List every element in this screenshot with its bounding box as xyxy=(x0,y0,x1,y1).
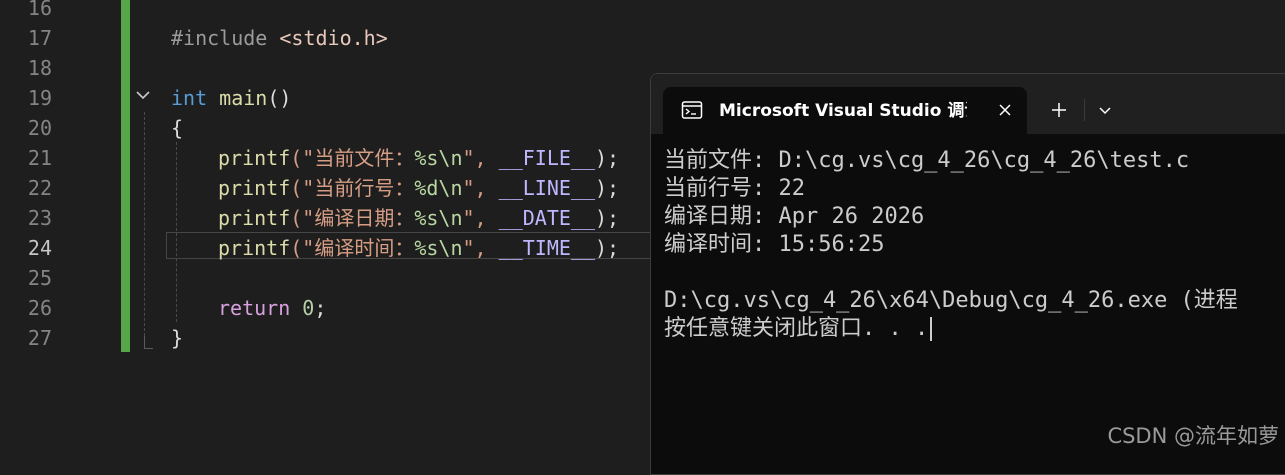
line-number: 25 xyxy=(27,266,52,290)
text-cursor xyxy=(930,317,933,341)
change-tracking-bar xyxy=(121,0,130,352)
string-quote: ", xyxy=(462,176,487,200)
line-number-active: 24 xyxy=(27,236,52,260)
string-literal: 编译时间： xyxy=(314,236,415,260)
fold-chevron-down-icon[interactable] xyxy=(134,86,152,104)
macro: __DATE__ xyxy=(498,206,595,230)
macro: __FILE__ xyxy=(498,146,595,170)
parentheses: () xyxy=(267,86,292,110)
format-specifier: %s\n xyxy=(414,146,463,170)
string-quote: (" xyxy=(290,236,315,260)
function-name: printf xyxy=(218,146,291,170)
debug-console-window[interactable]: Microsoft Visual Studio 调试控 当前文件: D:\cg.… xyxy=(650,73,1285,475)
line-number: 27 xyxy=(27,326,52,350)
titlebar-divider xyxy=(1084,99,1085,121)
code-line-19[interactable]: int main() xyxy=(171,83,291,113)
terminal-output-line: 当前行号: 22 xyxy=(664,176,805,201)
close-brace: } xyxy=(171,326,184,350)
statement-end: ); xyxy=(594,176,620,200)
terminal-prompt-line[interactable]: 按任意键关闭此窗口. . . xyxy=(664,315,933,343)
include-path: <stdio.h> xyxy=(279,26,388,50)
terminal-output-line: 按任意键关闭此窗口. . . xyxy=(664,316,929,341)
line-number: 26 xyxy=(27,296,52,320)
string-quote: ", xyxy=(462,236,487,260)
indent-guide xyxy=(144,112,145,336)
keyword: int xyxy=(171,86,208,110)
string-quote: (" xyxy=(290,206,315,230)
code-line-21[interactable]: printf("当前文件：%s\n", __FILE__); xyxy=(218,143,619,173)
semicolon: ; xyxy=(314,296,327,320)
format-specifier: %s\n xyxy=(414,206,463,230)
format-specifier: %d\n xyxy=(414,176,463,200)
code-line-26[interactable]: return 0; xyxy=(218,293,326,323)
statement-end: ); xyxy=(594,236,620,260)
open-brace: { xyxy=(171,116,184,140)
function-name: printf xyxy=(218,236,291,260)
code-line-23[interactable]: printf("编译日期：%s\n", __DATE__); xyxy=(218,203,619,233)
code-line-17[interactable]: #include <stdio.h> xyxy=(171,23,388,53)
terminal-tab[interactable]: Microsoft Visual Studio 调试控 xyxy=(663,87,1027,134)
code-line-27[interactable]: } xyxy=(171,323,183,353)
line-number: 21 xyxy=(27,146,52,170)
function-name: main xyxy=(219,86,268,110)
terminal-output-line: 当前文件: D:\cg.vs\cg_4_26\cg_4_26\test.c xyxy=(664,148,1190,173)
string-quote: (" xyxy=(290,176,315,200)
string-literal: 当前行号： xyxy=(314,176,415,200)
terminal-output-line: D:\cg.vs\cg_4_26\x64\Debug\cg_4_26.exe (… xyxy=(664,288,1238,313)
terminal-output-line: 编译时间: 15:56:25 xyxy=(664,232,885,257)
line-number: 17 xyxy=(27,26,52,50)
line-number: 19 xyxy=(27,86,52,110)
function-name: printf xyxy=(218,176,291,200)
macro: __LINE__ xyxy=(498,176,595,200)
preprocessor-directive: #include xyxy=(171,26,268,50)
string-quote: (" xyxy=(290,146,315,170)
string-quote: ", xyxy=(462,146,487,170)
line-number: 20 xyxy=(27,116,52,140)
terminal-output-line: 编译日期: Apr 26 2026 xyxy=(664,204,925,229)
statement-end: ); xyxy=(594,206,620,230)
string-literal: 编译日期： xyxy=(314,206,415,230)
format-specifier: %s\n xyxy=(414,236,463,260)
number-literal: 0 xyxy=(302,296,315,320)
code-line-22[interactable]: printf("当前行号：%d\n", __LINE__); xyxy=(218,173,619,203)
line-number: 23 xyxy=(27,206,52,230)
console-icon xyxy=(681,99,703,121)
watermark: CSDN @流年如萝 xyxy=(1107,424,1279,448)
string-literal: 当前文件： xyxy=(314,146,415,170)
code-line-20[interactable]: { xyxy=(171,113,183,143)
terminal-titlebar[interactable]: Microsoft Visual Studio 调试控 xyxy=(651,74,1285,134)
code-line-24[interactable]: printf("编译时间：%s\n", __TIME__); xyxy=(218,233,619,263)
statement-end: ); xyxy=(594,146,620,170)
close-tab-icon[interactable] xyxy=(993,98,1017,122)
dropdown-chevron-icon[interactable] xyxy=(1093,98,1117,122)
line-number: 16 xyxy=(27,0,52,20)
new-tab-plus-icon[interactable] xyxy=(1047,98,1071,122)
line-number: 18 xyxy=(27,56,52,80)
function-name: printf xyxy=(218,206,291,230)
string-quote: ", xyxy=(462,206,487,230)
macro: __TIME__ xyxy=(498,236,595,260)
line-number: 22 xyxy=(27,176,52,200)
fold-end-marker xyxy=(144,336,153,349)
terminal-tab-title: Microsoft Visual Studio 调试控 xyxy=(719,101,967,121)
keyword-return: return xyxy=(218,296,291,320)
